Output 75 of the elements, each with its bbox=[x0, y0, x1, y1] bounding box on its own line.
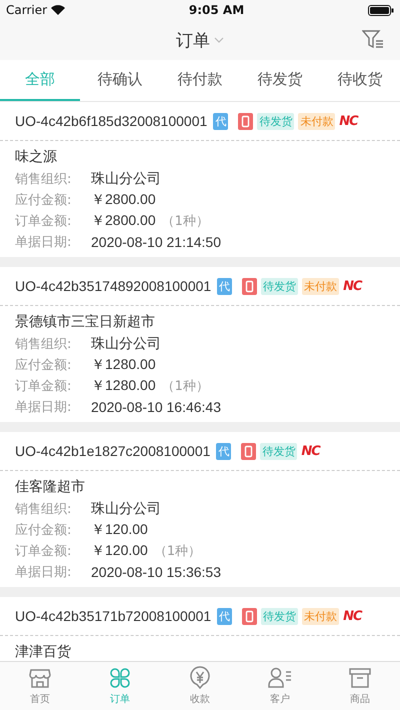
order-card[interactable]: UO-4c42b1e1827c2008100001 代 待发货 NC 佳客隆超市 销售组织: 珠山分公司 应付金额: ￥120.00 订单金额: ￥120.00 （1种） 单据日期: 2020-08-10 15:36:53 bbox=[0, 432, 400, 587]
agent-badge: 代 bbox=[217, 608, 232, 624]
box-icon bbox=[348, 666, 372, 690]
field-value: ￥2800.00 bbox=[91, 212, 156, 230]
item-count: （1种） bbox=[154, 542, 202, 560]
agent-badge: 代 bbox=[216, 442, 232, 460]
field-value: 2020-08-10 15:36:53 bbox=[91, 564, 221, 580]
field-label: 单据日期: bbox=[15, 398, 72, 416]
chevron-down-icon bbox=[214, 37, 224, 43]
filter-tab[interactable]: 待收货 bbox=[320, 60, 400, 101]
title-dropdown[interactable]: 订单 bbox=[176, 28, 224, 52]
nc-logo: NC bbox=[301, 444, 320, 458]
field-value: 2020-08-10 16:46:43 bbox=[91, 398, 221, 414]
field-label: 销售组织: bbox=[15, 170, 72, 188]
order-number: UO-4c42b1e1827c2008100001 bbox=[15, 443, 210, 459]
agent-badge: 代 bbox=[217, 278, 232, 294]
phone-icon bbox=[238, 112, 254, 130]
battery-icon bbox=[368, 4, 394, 16]
field-label: 应付金额: bbox=[15, 356, 72, 374]
customer-name: 佳客隆超市 bbox=[15, 478, 86, 497]
order-card[interactable]: UO-4c42b35171b72008100001 代 待发货 未付款 NC 津津百货 bbox=[0, 597, 400, 661]
item-count: （1种） bbox=[162, 378, 209, 394]
payment-badge: 未付款 bbox=[302, 608, 340, 624]
nc-logo: NC bbox=[343, 608, 362, 624]
phone-icon bbox=[241, 442, 256, 460]
field-label: 销售组织: bbox=[15, 500, 72, 518]
filter-tab[interactable]: 待付款 bbox=[160, 60, 240, 101]
status-badge: 待发货 bbox=[261, 608, 298, 624]
status-badge: 待发货 bbox=[261, 278, 298, 294]
tab-bar-item[interactable]: 客户 bbox=[240, 662, 320, 710]
filter-tab[interactable]: 待确认 bbox=[80, 60, 160, 101]
nc-logo: NC bbox=[339, 114, 358, 128]
clover-icon bbox=[108, 666, 132, 690]
field-label: 订单金额: bbox=[15, 212, 72, 230]
item-count: （1种） bbox=[162, 212, 209, 230]
field-value: ￥1280.00 bbox=[91, 376, 156, 394]
field-label: 订单金额: bbox=[15, 542, 72, 560]
field-label: 单据日期: bbox=[15, 564, 72, 580]
payment-badge: 未付款 bbox=[298, 112, 336, 130]
order-card[interactable]: UO-4c42b35174892008100001 代 待发货 未付款 NC 景德镇市三宝日新超市 销售组织: 珠山分公司 应付金额: ￥1280.00 订单金额: ￥1280.00 （1种） 单据日期: 2020-08-10 16:46:43 bbox=[0, 267, 400, 422]
filter-icon[interactable] bbox=[362, 30, 384, 50]
field-value: ￥120.00 bbox=[91, 520, 148, 538]
order-number: UO-4c42b6f185d32008100001 bbox=[15, 113, 208, 129]
customer-name: 味之源 bbox=[15, 148, 58, 167]
status-badge: 待发货 bbox=[257, 112, 294, 130]
field-label: 应付金额: bbox=[15, 192, 72, 208]
customer-list-icon bbox=[267, 666, 293, 690]
yen-icon bbox=[188, 666, 212, 690]
tab-bar-item[interactable]: 收款 bbox=[160, 662, 240, 710]
field-value: ￥1280.00 bbox=[91, 356, 156, 374]
field-label: 销售组织: bbox=[15, 336, 72, 352]
customer-name: 景德镇市三宝日新超市 bbox=[15, 313, 156, 332]
field-value: 珠山分公司 bbox=[91, 334, 161, 352]
field-value: 2020-08-10 21:14:50 bbox=[91, 234, 221, 250]
field-value: 珠山分公司 bbox=[91, 500, 161, 518]
order-number: UO-4c42b35171b72008100001 bbox=[15, 608, 212, 624]
payment-badge: 未付款 bbox=[302, 278, 340, 294]
field-value: ￥120.00 bbox=[91, 542, 148, 560]
field-label: 单据日期: bbox=[15, 234, 72, 250]
filter-tab[interactable]: 待发货 bbox=[240, 60, 320, 101]
status-badge: 待发货 bbox=[260, 442, 298, 460]
order-number: UO-4c42b35174892008100001 bbox=[15, 278, 212, 294]
nc-logo: NC bbox=[343, 278, 362, 294]
customer-name: 津津百货 bbox=[15, 643, 72, 661]
agent-badge: 代 bbox=[213, 112, 228, 130]
field-label: 应付金额: bbox=[15, 522, 72, 538]
field-value: 珠山分公司 bbox=[91, 170, 161, 188]
field-label: 订单金额: bbox=[15, 378, 72, 394]
carrier-label: Carrier bbox=[6, 3, 48, 17]
order-card[interactable]: UO-4c42b6f185d32008100001 代 待发货 未付款 NC 味之源 销售组织: 珠山分公司 应付金额: ￥2800.00 订单金额: ￥2800.00 （1种） 单据日期: 2020-08-10 21:14:50 bbox=[0, 102, 400, 257]
wifi-icon bbox=[51, 5, 66, 15]
phone-icon bbox=[242, 278, 258, 294]
status-time: 9:05 AM bbox=[188, 3, 244, 17]
phone-icon bbox=[242, 608, 258, 624]
field-value: ￥2800.00 bbox=[91, 190, 156, 208]
